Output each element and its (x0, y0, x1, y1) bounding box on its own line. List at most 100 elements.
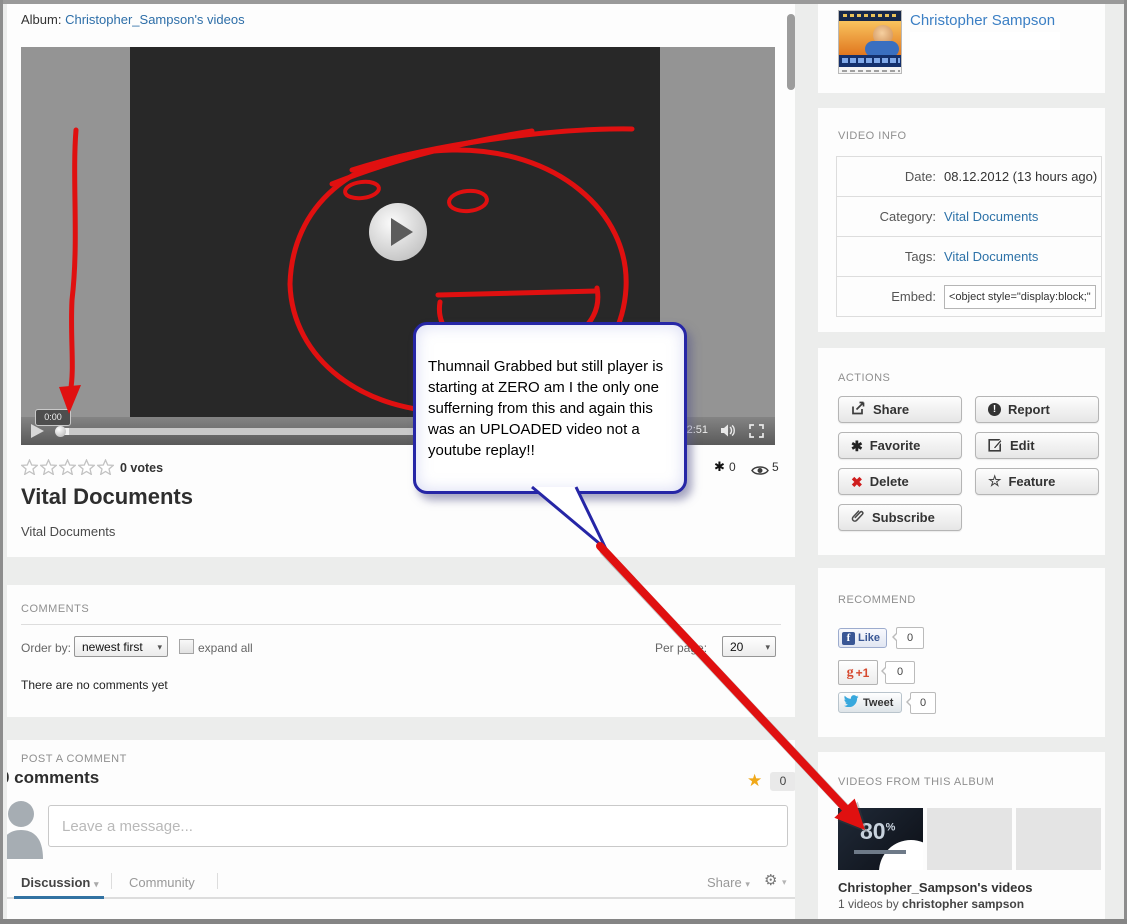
thumbnail-caption (854, 850, 906, 854)
share-button[interactable]: Share (838, 396, 962, 423)
album-author: christopher sampson (902, 897, 1024, 911)
chevron-down-icon: ▾ (782, 877, 787, 888)
comments-header: COMMENTS (21, 603, 89, 615)
share-menu[interactable]: Share ▾ (707, 875, 750, 890)
recommend-panel: RECOMMEND f Like 0 g +1 0 Tweet 0 (818, 568, 1105, 737)
seek-time-tooltip: 0:00 (35, 409, 71, 426)
divider (217, 873, 218, 889)
chevron-down-icon: ▾ (94, 879, 99, 889)
order-by-value: newest first (82, 640, 143, 654)
per-page-value: 20 (730, 640, 743, 654)
album-panel: VIDEOS FROM THIS ALBUM 80% Christopher_S… (818, 752, 1105, 919)
category-link[interactable]: Vital Documents (944, 209, 1038, 224)
comments-panel: COMMENTS Order by: newest first ▾ expand… (7, 585, 795, 717)
post-comment-header: POST A COMMENT (21, 753, 127, 765)
volume-icon[interactable] (720, 424, 736, 442)
paperclip-icon (851, 509, 865, 527)
rating-star-1[interactable] (21, 459, 38, 480)
views-icon (751, 463, 769, 481)
avatar-art (839, 11, 902, 21)
star-count-badge: 0 (770, 772, 795, 791)
play-icon (391, 218, 413, 246)
table-row: Embed: (837, 277, 1101, 316)
album-subtitle: 1 videos by christopher sampson (838, 897, 1024, 911)
callout-bubble: Thumnail Grabbed but still player is sta… (413, 322, 687, 494)
votes-label: 0 votes (120, 461, 163, 475)
google-plusone-button[interactable]: g +1 (838, 660, 878, 685)
callout-text: Thumnail Grabbed but still player is sta… (416, 325, 684, 461)
recommend-header: RECOMMEND (838, 594, 916, 606)
feature-icon: ☆ (988, 474, 1001, 489)
tweet-label: Tweet (863, 697, 893, 709)
favorite-button[interactable]: ✱ Favorite (838, 432, 962, 459)
uploader-name-link[interactable]: Christopher Sampson (910, 12, 1055, 29)
google-icon: g (847, 665, 854, 681)
comment-input[interactable] (48, 805, 788, 847)
twitter-icon (844, 694, 859, 712)
tab-community[interactable]: Community (129, 875, 195, 890)
facebook-like-button[interactable]: f Like (838, 628, 887, 648)
table-row: Tags: Vital Documents (837, 237, 1101, 277)
per-page-select[interactable]: 20 ▾ (722, 636, 776, 657)
divider (21, 624, 781, 625)
expand-all-label: expand all (198, 641, 253, 655)
fullscreen-icon[interactable] (749, 424, 764, 443)
scrollbar-thumb[interactable] (787, 14, 795, 90)
rating-star-5[interactable] (97, 459, 114, 480)
chevron-down-icon: ▾ (157, 637, 162, 658)
subscribe-button[interactable]: Subscribe (838, 504, 962, 531)
album-link[interactable]: Christopher_Sampson's videos (65, 12, 245, 27)
commenter-avatar (7, 797, 44, 864)
album-thumbnail-placeholder (1016, 808, 1101, 870)
name-highlight (910, 32, 1060, 50)
category-label: Category: (837, 209, 944, 224)
tab-discussion[interactable]: Discussion ▾ (21, 875, 99, 890)
expand-all-checkbox[interactable] (179, 639, 194, 654)
seek-knob[interactable] (55, 426, 66, 437)
album-header: VIDEOS FROM THIS ALBUM (838, 776, 994, 788)
tags-link[interactable]: Vital Documents (944, 249, 1038, 264)
table-row: Category: Vital Documents (837, 197, 1101, 237)
duration-label: 2:51 (687, 424, 708, 436)
page-title: Vital Documents (21, 484, 193, 510)
report-button[interactable]: ! Report (975, 396, 1099, 423)
rating-star-4[interactable] (78, 459, 95, 480)
embed-label: Embed: (837, 289, 944, 304)
page-border-top (0, 0, 1127, 4)
tweet-button[interactable]: Tweet (838, 692, 902, 713)
favorite-icon: ✱ (851, 439, 863, 453)
video-info-table: Date: 08.12.2012 (13 hours ago) Category… (836, 156, 1102, 317)
actions-panel: ACTIONS Share ! Report ✱ Favorite Edit ✖… (818, 348, 1105, 555)
album-thumbnail[interactable]: 80% (838, 808, 923, 870)
divider (111, 873, 112, 889)
play-button-icon[interactable] (31, 424, 44, 438)
album-title[interactable]: Christopher_Sampson's videos (838, 880, 1033, 895)
date-value: 08.12.2012 (13 hours ago) (944, 169, 1097, 184)
tweet-count: 0 (910, 692, 936, 714)
page: Album: Christopher_Sampson's videos 2:51 (0, 0, 1127, 924)
star-icon: ★ (747, 771, 762, 791)
plusone-label: +1 (856, 666, 870, 680)
breadcrumb: Album: Christopher_Sampson's videos (21, 12, 245, 27)
video-info-panel: VIDEO INFO Date: 08.12.2012 (13 hours ag… (818, 108, 1105, 332)
tags-label: Tags: (837, 249, 944, 264)
album-label: Album: (21, 12, 61, 27)
table-row: Date: 08.12.2012 (13 hours ago) (837, 157, 1101, 197)
order-by-select[interactable]: newest first ▾ (74, 636, 168, 657)
views-count: 5 (772, 460, 779, 474)
gear-icon[interactable]: ⚙ (764, 871, 777, 889)
thumbnail-text: 80% (860, 818, 895, 845)
feature-button[interactable]: ☆ Feature (975, 468, 1099, 495)
video-description: Vital Documents (21, 524, 115, 539)
rating-star-3[interactable] (59, 459, 76, 480)
page-border-bottom (0, 919, 1127, 924)
edit-button[interactable]: Edit (975, 432, 1099, 459)
rating-star-2[interactable] (40, 459, 57, 480)
actions-header: ACTIONS (838, 372, 890, 384)
play-overlay-button[interactable] (369, 203, 427, 261)
embed-code-input[interactable] (944, 285, 1096, 309)
post-comment-panel: POST A COMMENT 0 comments ★ 0 Discussion… (7, 740, 795, 919)
user-avatar[interactable] (838, 10, 902, 74)
delete-button[interactable]: ✖ Delete (838, 468, 962, 495)
tab-underline-track (7, 897, 795, 899)
